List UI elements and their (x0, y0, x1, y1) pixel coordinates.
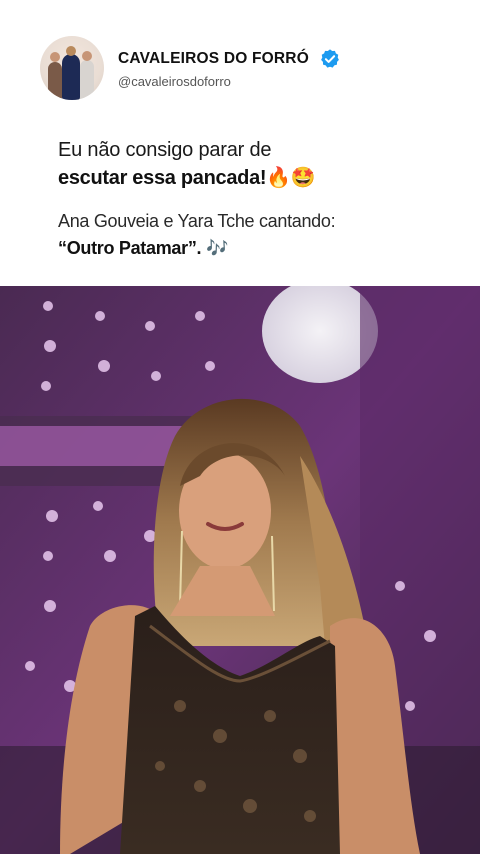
fire-starstruck-emoji-icon: 🔥🤩 (266, 165, 316, 189)
post-text-line-4: “Outro Patamar”. 🎶 (58, 238, 458, 259)
post-text-line-2: escutar essa pancada!🔥🤩 (58, 165, 458, 190)
avatar[interactable] (40, 36, 104, 100)
verified-badge-icon (321, 48, 339, 68)
music-notes-emoji-icon: 🎶 (205, 238, 229, 259)
post-text-line-1: Eu não consigo parar de (58, 139, 272, 161)
post-header: CAVALEIROS DO FORRÓ @cavaleirosdoforro (40, 36, 460, 100)
account-handle[interactable]: @cavaleirosdoforro (118, 74, 341, 89)
account-name[interactable]: CAVALEIROS DO FORRÓ (118, 50, 309, 68)
stage-performance-image (0, 286, 480, 854)
post-text-line-3: Ana Gouveia e Yara Tche cantando: (58, 211, 336, 231)
post-text-line-2-text: escutar essa pancada! (58, 167, 267, 189)
video-frame[interactable] (0, 286, 480, 854)
account-info: CAVALEIROS DO FORRÓ @cavaleirosdoforro (118, 48, 341, 89)
song-title: “Outro Patamar”. (58, 238, 202, 258)
